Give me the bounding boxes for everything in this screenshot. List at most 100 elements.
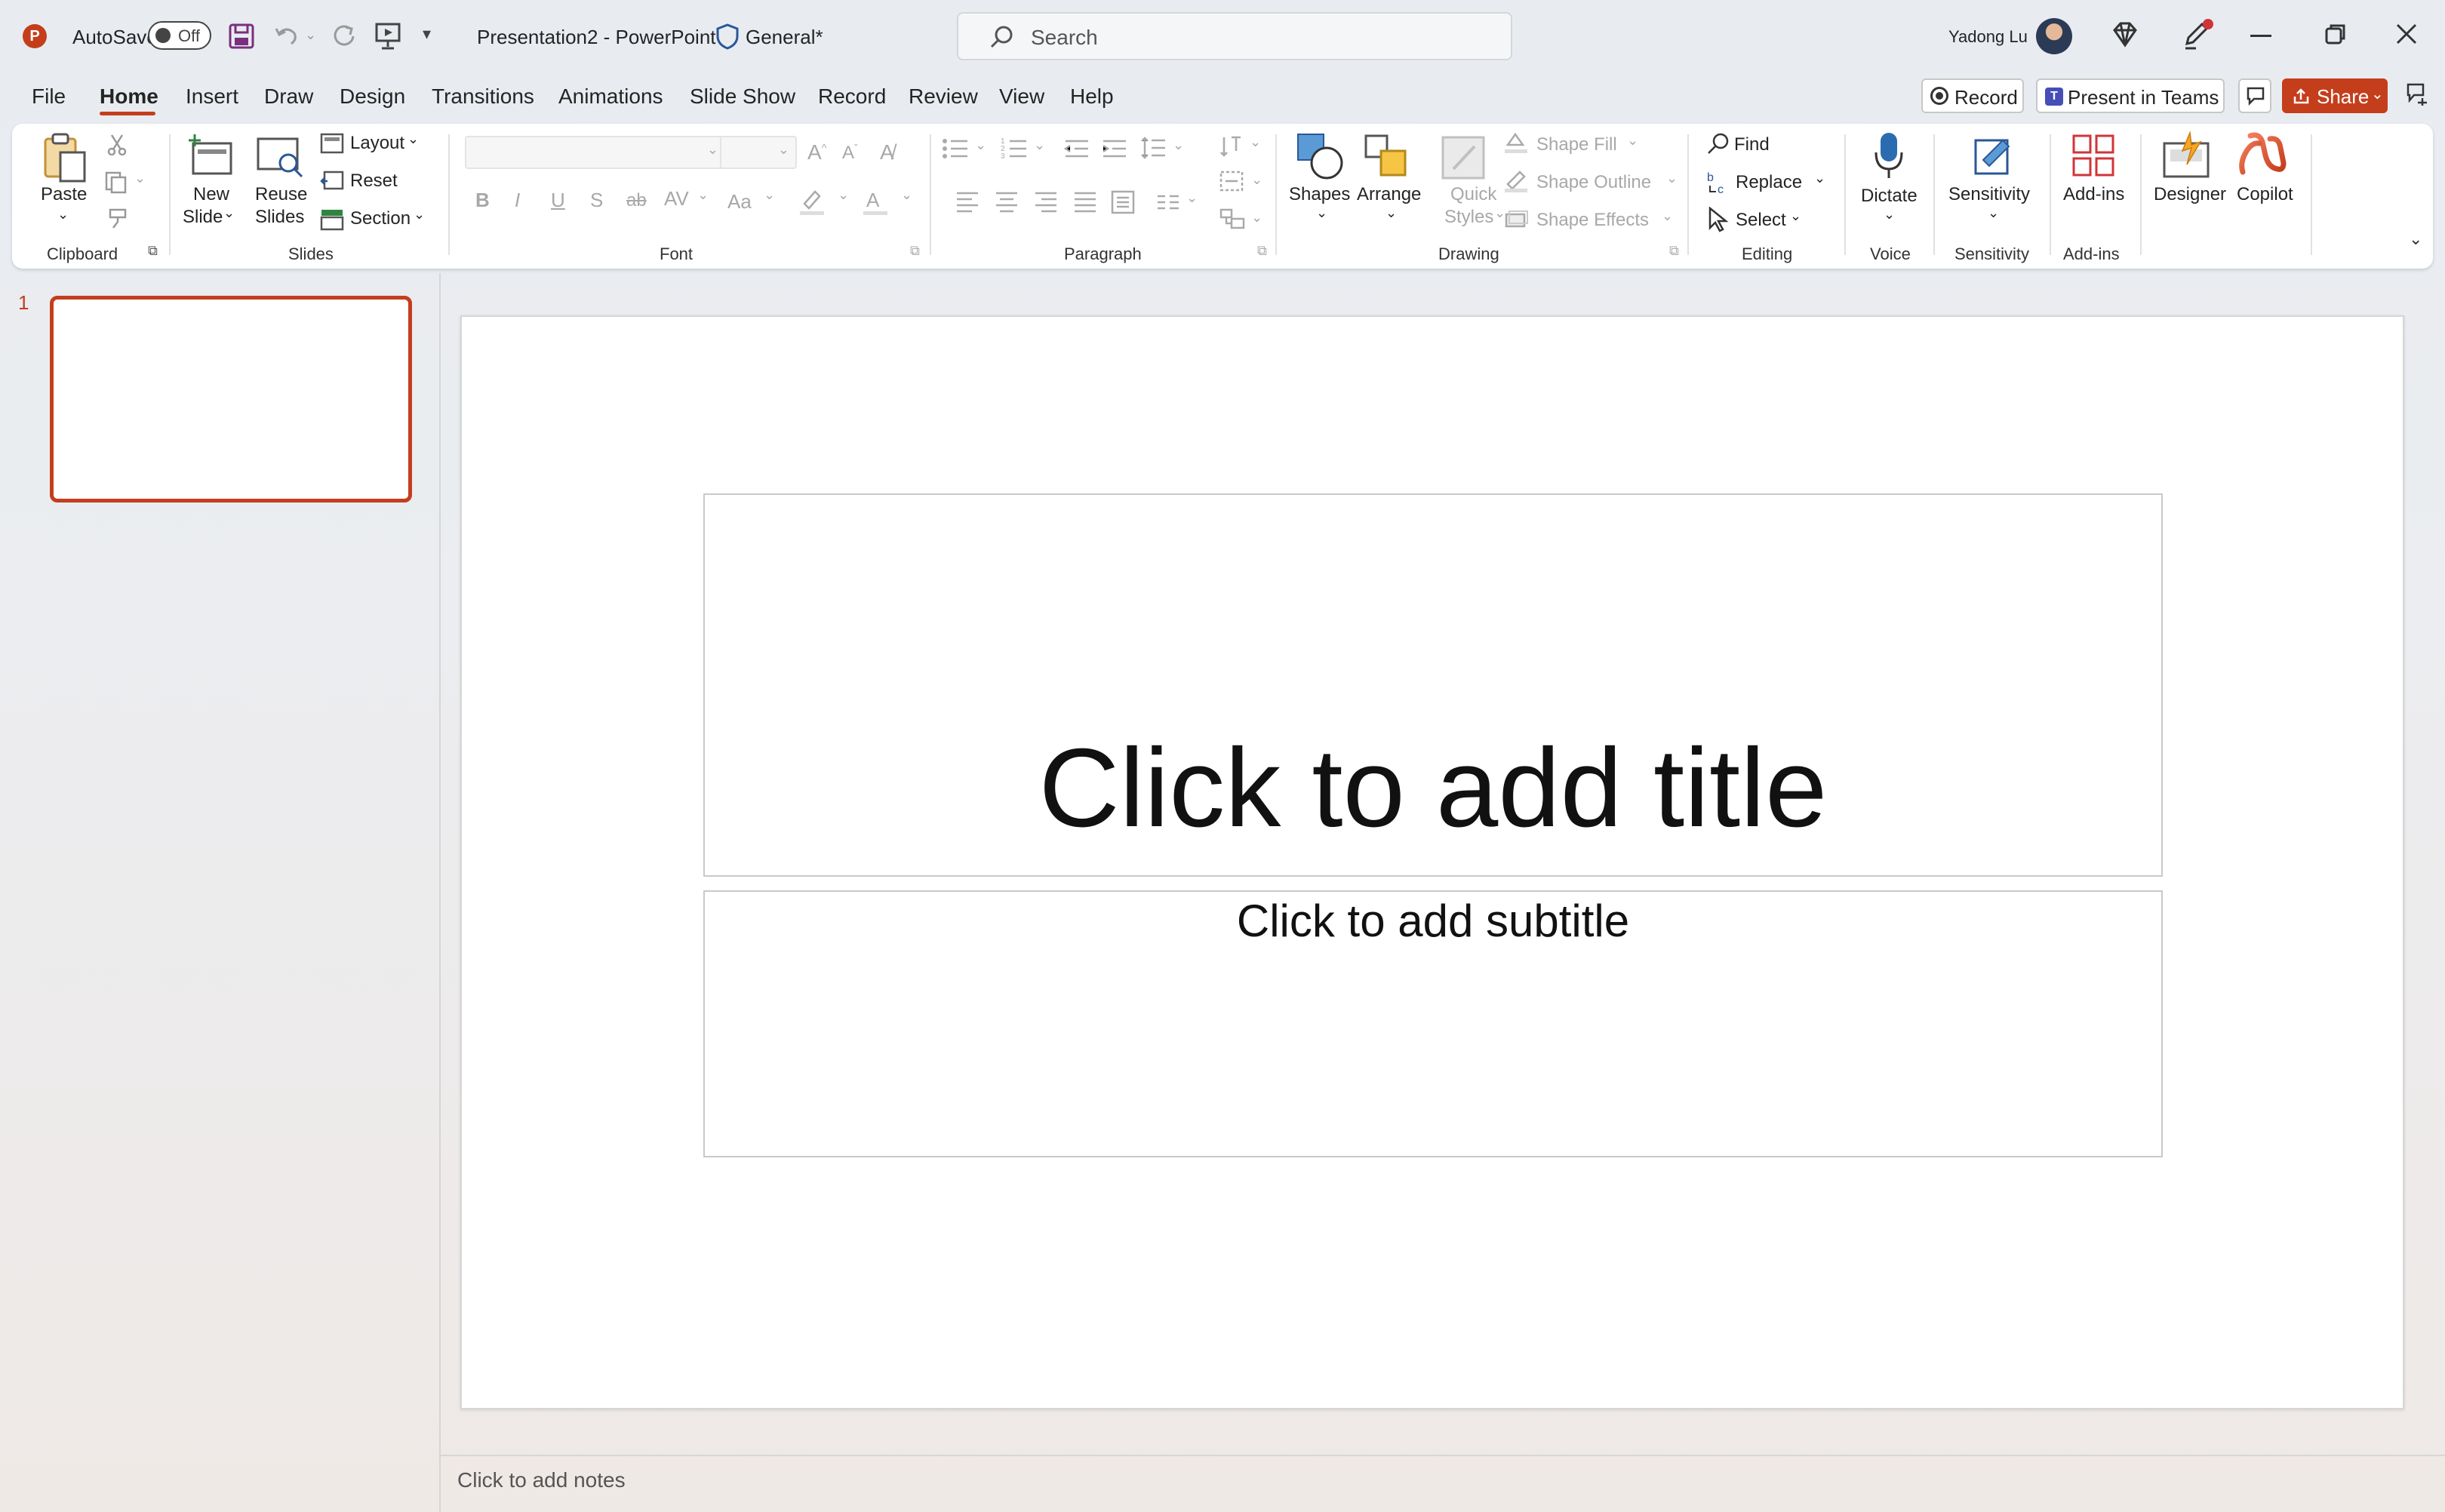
present-from-beginning-icon[interactable]	[374, 21, 401, 50]
present-in-teams-button[interactable]: T Present in Teams	[2036, 78, 2225, 113]
find-icon[interactable]	[1705, 131, 1731, 157]
shape-outline-label[interactable]: Shape Outline	[1536, 172, 1651, 193]
record-button[interactable]: Record	[1921, 78, 2024, 113]
line-spacing-dropdown-icon[interactable]: ⌄	[1173, 137, 1184, 153]
reuse-slides-icon[interactable]	[255, 133, 305, 180]
shield-icon[interactable]	[715, 23, 740, 50]
layout-dropdown-icon[interactable]: ⌄	[408, 131, 419, 147]
reuse-slides-label-2[interactable]: Slides	[255, 207, 304, 228]
paste-dropdown-icon[interactable]: ⌄	[57, 207, 69, 223]
layout-label[interactable]: Layout	[350, 133, 404, 154]
reset-label[interactable]: Reset	[350, 171, 398, 192]
microphone-icon[interactable]	[1873, 130, 1905, 183]
redo-icon[interactable]	[331, 23, 356, 48]
bullets-icon[interactable]	[942, 137, 969, 160]
shape-effects-icon[interactable]	[1503, 207, 1529, 231]
avatar[interactable]	[2036, 18, 2072, 54]
tab-record[interactable]: Record	[818, 85, 886, 109]
select-label[interactable]: Select	[1736, 210, 1786, 231]
user-name[interactable]: Yadong Lu	[1948, 27, 2028, 47]
share-button[interactable]: Share ⌄	[2282, 78, 2388, 113]
tab-file[interactable]: File	[32, 85, 66, 109]
search-input[interactable]: Search	[957, 12, 1512, 60]
undo-dropdown-icon[interactable]: ⌄	[305, 27, 316, 43]
change-case-dropdown-icon[interactable]: ⌄	[764, 187, 775, 203]
add-ins-icon[interactable]	[2069, 131, 2117, 180]
feedback-icon[interactable]	[2404, 81, 2430, 107]
text-direction-icon[interactable]	[1219, 133, 1244, 160]
shapes-label[interactable]: Shapes	[1289, 184, 1350, 205]
new-slide-label-1[interactable]: New	[193, 184, 229, 205]
tab-home[interactable]: Home	[100, 85, 158, 109]
reuse-slides-label-1[interactable]: Reuse	[255, 184, 307, 205]
shape-fill-dropdown-icon[interactable]: ⌄	[1627, 133, 1638, 149]
select-dropdown-icon[interactable]: ⌄	[1790, 208, 1801, 224]
sensitivity-icon[interactable]	[1970, 130, 2016, 180]
title-placeholder[interactable]: Click to add title	[703, 493, 2163, 877]
text-direction-dropdown-icon[interactable]: ⌄	[1250, 134, 1261, 150]
columns-dropdown-icon[interactable]: ⌄	[1186, 190, 1198, 206]
character-spacing-dropdown-icon[interactable]: ⌄	[697, 187, 709, 203]
collapse-ribbon-icon[interactable]: ⌄	[2409, 229, 2422, 249]
tab-slide-show[interactable]: Slide Show	[690, 85, 795, 109]
sensitivity-label[interactable]: General*	[746, 26, 823, 49]
highlight-icon[interactable]	[797, 187, 827, 217]
increase-indent-icon[interactable]	[1102, 137, 1127, 160]
font-size-select[interactable]: ⌄	[720, 136, 797, 169]
shape-fill-icon[interactable]	[1503, 131, 1529, 155]
designer-icon[interactable]	[2160, 131, 2217, 180]
italic-button[interactable]: I	[515, 189, 520, 212]
tab-animations[interactable]: Animations	[558, 85, 663, 109]
text-shadow-button[interactable]: S	[590, 189, 603, 212]
font-color-dropdown-icon[interactable]: ⌄	[901, 187, 912, 203]
tab-review[interactable]: Review	[909, 85, 978, 109]
distributed-icon[interactable]	[1111, 190, 1135, 214]
tab-design[interactable]: Design	[340, 85, 405, 109]
bold-button[interactable]: B	[475, 189, 490, 212]
layout-icon[interactable]	[320, 133, 344, 154]
copy-icon[interactable]	[104, 171, 127, 195]
reset-icon[interactable]	[320, 171, 344, 192]
slide-canvas[interactable]: Click to add title Click to add subtitle	[460, 315, 2404, 1409]
shape-fill-label[interactable]: Shape Fill	[1536, 134, 1617, 155]
quick-styles-label-1[interactable]: Quick	[1450, 184, 1496, 205]
paste-icon[interactable]	[39, 131, 88, 184]
tab-view[interactable]: View	[999, 85, 1044, 109]
line-spacing-icon[interactable]	[1141, 136, 1167, 160]
tab-help[interactable]: Help	[1070, 85, 1114, 109]
shape-effects-label[interactable]: Shape Effects	[1536, 210, 1649, 231]
bullets-dropdown-icon[interactable]: ⌄	[975, 137, 986, 153]
shape-effects-dropdown-icon[interactable]: ⌄	[1662, 208, 1673, 224]
diamond-icon[interactable]	[2110, 20, 2140, 50]
paste-label[interactable]: Paste	[41, 184, 87, 205]
customize-toolbar-icon[interactable]: ▾	[423, 24, 431, 44]
section-icon[interactable]	[320, 208, 344, 231]
align-right-icon[interactable]	[1034, 190, 1058, 213]
font-launcher-icon[interactable]: ⧉	[910, 243, 920, 259]
highlight-dropdown-icon[interactable]: ⌄	[838, 187, 849, 203]
copilot-icon[interactable]	[2237, 130, 2290, 181]
tab-draw[interactable]: Draw	[264, 85, 313, 109]
section-dropdown-icon[interactable]: ⌄	[414, 207, 425, 223]
numbering-dropdown-icon[interactable]: ⌄	[1034, 137, 1045, 153]
copy-dropdown-icon[interactable]: ⌄	[134, 171, 146, 186]
arrange-icon[interactable]	[1363, 133, 1411, 181]
designer-label[interactable]: Designer	[2154, 184, 2226, 205]
minimize-icon[interactable]	[2250, 35, 2271, 37]
dictate-label[interactable]: Dictate	[1861, 186, 1918, 207]
subtitle-placeholder[interactable]: Click to add subtitle	[703, 890, 2163, 1157]
section-label[interactable]: Section	[350, 208, 411, 229]
comments-button[interactable]	[2238, 78, 2271, 113]
increase-font-size-icon[interactable]: A^	[807, 140, 826, 164]
clear-formatting-icon[interactable]: A̸	[880, 140, 894, 164]
sensitivity-dropdown-icon[interactable]: ⌄	[1988, 205, 1999, 221]
quick-styles-label-2[interactable]: Styles	[1444, 207, 1493, 228]
align-center-icon[interactable]	[995, 190, 1019, 213]
clipboard-launcher-icon[interactable]: ⧉	[148, 243, 158, 259]
add-ins-label[interactable]: Add-ins	[2063, 184, 2124, 205]
change-case-button[interactable]: Aa	[727, 190, 752, 214]
justify-icon[interactable]	[1073, 190, 1097, 213]
sensitivity-button-label[interactable]: Sensitivity	[1948, 184, 2030, 205]
align-left-icon[interactable]	[955, 190, 980, 213]
smartart-dropdown-icon[interactable]: ⌄	[1251, 210, 1262, 226]
